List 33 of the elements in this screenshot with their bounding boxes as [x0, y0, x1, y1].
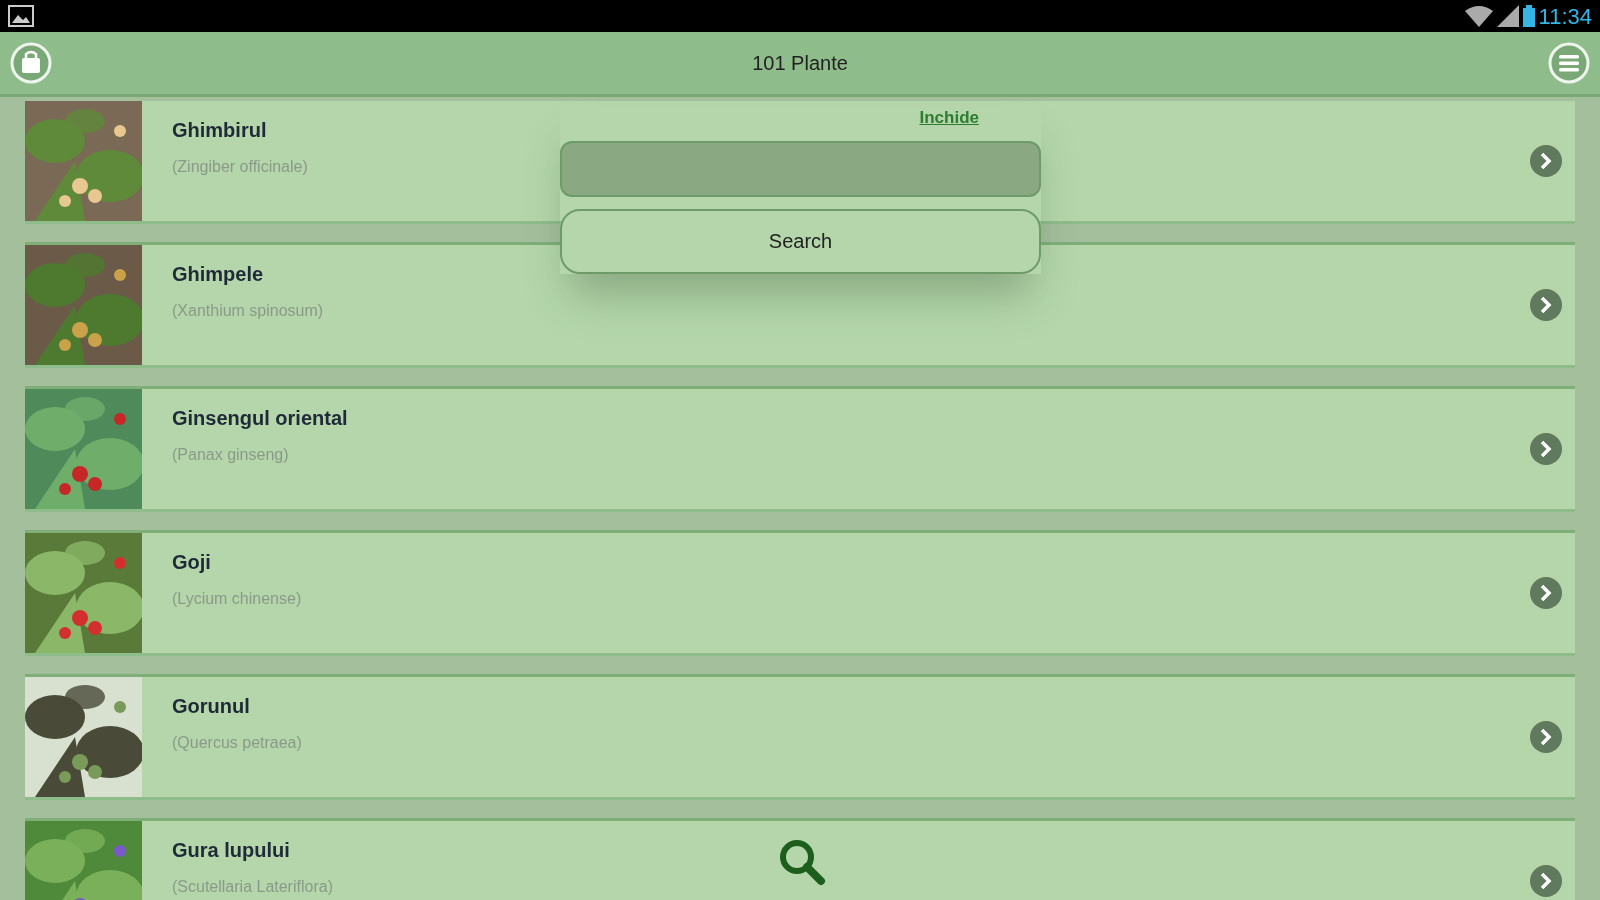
latin-name: (Xanthium spinosum) [172, 301, 324, 321]
plant-row[interactable]: Gura lupului (Scutellaria Lateriflora) [25, 821, 1575, 900]
plant-name: Gura lupului [172, 838, 290, 863]
plant-row[interactable]: Gorunul (Quercus petraea) [25, 677, 1575, 797]
bag-icon[interactable] [10, 42, 52, 84]
search-button[interactable]: Search [560, 208, 1041, 274]
chevron-right-icon[interactable] [1529, 720, 1563, 754]
chevron-right-icon[interactable] [1529, 432, 1563, 466]
latin-name: (Scutellaria Lateriflora) [172, 877, 333, 897]
plant-name: Gorunul [172, 694, 250, 719]
latin-name: (Quercus petraea) [172, 733, 302, 753]
chevron-right-icon[interactable] [1529, 576, 1563, 610]
menu-icon[interactable] [1548, 42, 1590, 84]
search-icon[interactable] [778, 838, 826, 886]
app-title: 101 Plante [752, 51, 848, 76]
chevron-right-icon[interactable] [1529, 864, 1563, 898]
latin-name: (Panax ginseng) [172, 445, 289, 465]
chevron-right-icon[interactable] [1529, 144, 1563, 178]
signal-icon [1496, 5, 1519, 27]
plant-row[interactable]: Ginsengul oriental (Panax ginseng) [25, 389, 1575, 509]
plant-name: Ginsengul oriental [172, 406, 348, 431]
latin-name: (Lycium chinense) [172, 589, 302, 609]
wifi-icon [1464, 5, 1493, 27]
clock-time: 11:34 [1538, 2, 1592, 31]
battery-icon [1522, 5, 1535, 27]
plant-name: Goji [172, 550, 211, 575]
plant-row[interactable]: Goji (Lycium chinense) [25, 533, 1575, 653]
chevron-right-icon[interactable] [1529, 288, 1563, 322]
picture-notification-icon [8, 5, 34, 27]
latin-name: (Zingiber officinale) [172, 157, 308, 177]
search-field[interactable] [560, 140, 1041, 197]
plant-name: Ghimpele [172, 262, 264, 287]
plant-name: Ghimbirul [172, 118, 267, 143]
